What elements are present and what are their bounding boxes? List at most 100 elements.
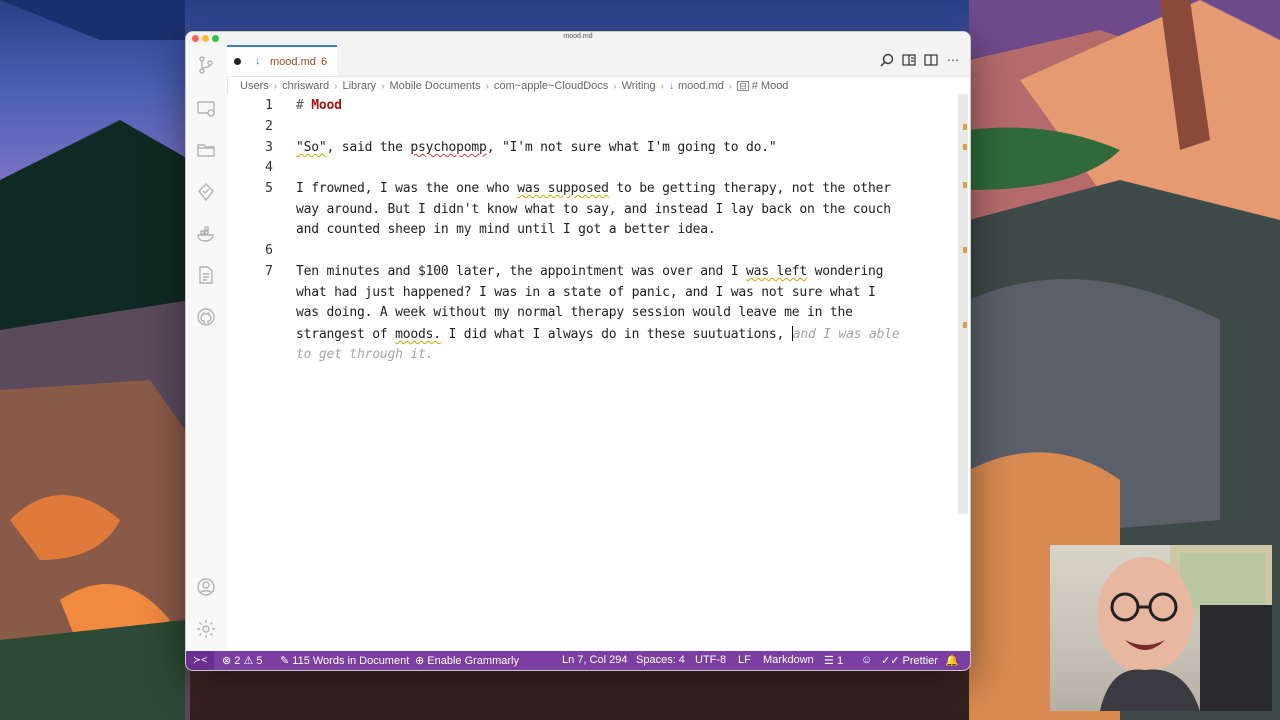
word-count-label: 115 Words in Document xyxy=(292,655,410,667)
overview-ruler-marker xyxy=(963,322,967,328)
line-number: 7 xyxy=(265,264,273,279)
prettier-label: Prettier xyxy=(902,655,938,667)
breadcrumb-item[interactable]: Writing xyxy=(622,80,656,92)
end-of-line[interactable]: LF xyxy=(738,654,751,666)
overview-ruler-marker xyxy=(963,247,967,253)
tab-bar: ↓ mood.md 6 ⋯ xyxy=(227,45,970,77)
heading-marker: # xyxy=(296,98,304,113)
grammar-issue[interactable]: "So" xyxy=(296,140,327,155)
inline-suggestion[interactable]: to get through it. xyxy=(296,347,433,362)
code-text: Ten minutes and $100 later, the appointm… xyxy=(296,264,746,279)
grammarly-label: Enable Grammarly xyxy=(427,655,519,667)
chevron-right-icon: › xyxy=(660,80,664,92)
line-number: 6 xyxy=(265,243,273,258)
more-actions-icon[interactable]: ⋯ xyxy=(946,53,960,67)
explorer-icon[interactable] xyxy=(196,140,216,160)
webcam-overlay xyxy=(1050,545,1272,711)
word-count[interactable]: ✎ 115 Words in Document xyxy=(280,654,409,667)
code-text: strangest of xyxy=(296,327,396,342)
code-text: , "I'm not sure what I'm going to do." xyxy=(486,140,777,155)
code-line: I frowned, I was the one who was suppose… xyxy=(296,181,891,196)
notifications-count[interactable]: ☰ 1 xyxy=(824,654,843,667)
editor-text-area[interactable]: 1 2 3 4 5 6 7 # Mood "So", said the psyc… xyxy=(227,94,957,651)
chevron-right-icon: › xyxy=(381,80,385,92)
docker-icon[interactable] xyxy=(196,224,216,244)
inline-suggestion[interactable]: and I was able xyxy=(793,327,900,342)
problems-indicator[interactable]: ⊗ 2 ⚠ 5 xyxy=(222,654,263,667)
indentation[interactable]: Spaces: 4 xyxy=(636,654,685,666)
code-line: # Mood xyxy=(296,98,342,113)
double-check-icon: ✓✓ xyxy=(881,655,900,667)
symbol-icon: ⊟ xyxy=(737,81,749,91)
breadcrumb-item[interactable]: Users xyxy=(240,80,269,92)
open-preview-icon[interactable] xyxy=(902,53,916,67)
grammarly-status[interactable]: ⊕ Enable Grammarly xyxy=(415,654,519,667)
overview-ruler-marker xyxy=(963,124,967,130)
breadcrumb-item[interactable]: Library xyxy=(343,80,377,92)
markdown-file-icon: ↓ xyxy=(668,80,674,92)
line-number: 1 xyxy=(265,98,273,113)
spelling-issue[interactable]: psychopomp xyxy=(410,140,486,155)
code-text: I did what I always do in these suutuati… xyxy=(440,327,792,342)
language-mode[interactable]: Markdown xyxy=(763,654,814,666)
chevron-right-icon: › xyxy=(728,80,733,92)
overview-ruler-marker xyxy=(963,144,967,150)
copilot-icon[interactable]: ☺ xyxy=(861,654,872,666)
grammar-issue[interactable]: was supposed xyxy=(517,181,609,196)
grammarly-icon: ⊕ xyxy=(415,655,425,667)
cursor-position[interactable]: Ln 7, Col 294 xyxy=(562,654,627,666)
chevron-right-icon: › xyxy=(273,80,278,92)
search-icon[interactable] xyxy=(880,53,894,67)
breadcrumb-item[interactable]: com~apple~CloudDocs xyxy=(494,80,608,92)
code-text: I frowned, I was the one who xyxy=(296,181,518,196)
breadcrumb-item[interactable]: mood.md xyxy=(678,80,724,92)
line-number: 5 xyxy=(265,181,273,196)
error-icon: ⊗ xyxy=(222,655,232,667)
remote-explorer-icon[interactable] xyxy=(196,98,216,118)
chevron-right-icon: › xyxy=(485,80,489,92)
breadcrumb-item[interactable]: chrisward xyxy=(282,80,329,92)
breadcrumb: Users › chrisward › Library › Mobile Doc… xyxy=(240,78,788,94)
code-text: wondering xyxy=(807,264,884,279)
settings-gear-icon[interactable] xyxy=(196,619,216,639)
encoding[interactable]: UTF-8 xyxy=(695,654,726,666)
warning-icon: ⚠ xyxy=(243,655,254,667)
list-icon: ☰ xyxy=(824,655,834,667)
code-line: "So", said the psychopomp, "I'm not sure… xyxy=(296,140,777,155)
tab-mood-md[interactable]: ↓ mood.md 6 xyxy=(227,45,337,76)
notification-number: 1 xyxy=(836,655,844,667)
bell-icon[interactable]: 🔔 xyxy=(945,654,959,667)
line-number: 2 xyxy=(265,119,273,134)
activity-bar xyxy=(186,45,228,651)
editor-actions: ⋯ xyxy=(880,53,960,67)
prettier-status[interactable]: ✓✓ Prettier xyxy=(881,654,938,667)
chevron-right-icon: › xyxy=(613,80,617,92)
vertical-scrollbar[interactable] xyxy=(958,94,968,514)
code-text: to be getting therapy, not the other xyxy=(608,181,891,196)
code-line: strangest of moods. I did what I always … xyxy=(296,326,900,342)
tab-label: mood.md xyxy=(270,56,316,68)
testing-icon[interactable] xyxy=(196,182,216,202)
account-icon[interactable] xyxy=(196,577,216,597)
code-text: , said the xyxy=(326,140,411,155)
editor-window: mood.md ↓ mood.md 6 ⋯ Users › chrisward … xyxy=(185,31,971,671)
unsaved-dot-icon[interactable] xyxy=(234,58,241,65)
breadcrumb-item[interactable]: Mobile Documents xyxy=(389,80,480,92)
document-icon[interactable] xyxy=(196,265,216,285)
grammar-issue[interactable]: was left xyxy=(746,264,807,279)
chevron-right-icon: › xyxy=(334,80,338,92)
source-control-icon[interactable] xyxy=(196,55,216,75)
window-title: mood.md xyxy=(563,33,593,40)
status-bar: ≻< ⊗ 2 ⚠ 5 ✎ 115 Words in Document ⊕ Ena… xyxy=(186,651,970,670)
code-line: way around. But I didn't know what to sa… xyxy=(296,202,891,217)
split-editor-icon[interactable] xyxy=(924,53,938,67)
github-icon[interactable] xyxy=(196,307,216,327)
remote-indicator-icon[interactable]: ≻< xyxy=(186,651,214,670)
breadcrumb-item[interactable]: # Mood xyxy=(752,80,789,92)
grammar-issue[interactable]: moods. xyxy=(395,327,441,342)
tab-problem-count: 6 xyxy=(321,56,328,68)
pencil-icon: ✎ xyxy=(280,655,290,667)
warning-count: 5 xyxy=(256,655,263,667)
code-line: and counted sheep in my mind until I got… xyxy=(296,222,716,237)
line-number: 3 xyxy=(265,140,273,155)
